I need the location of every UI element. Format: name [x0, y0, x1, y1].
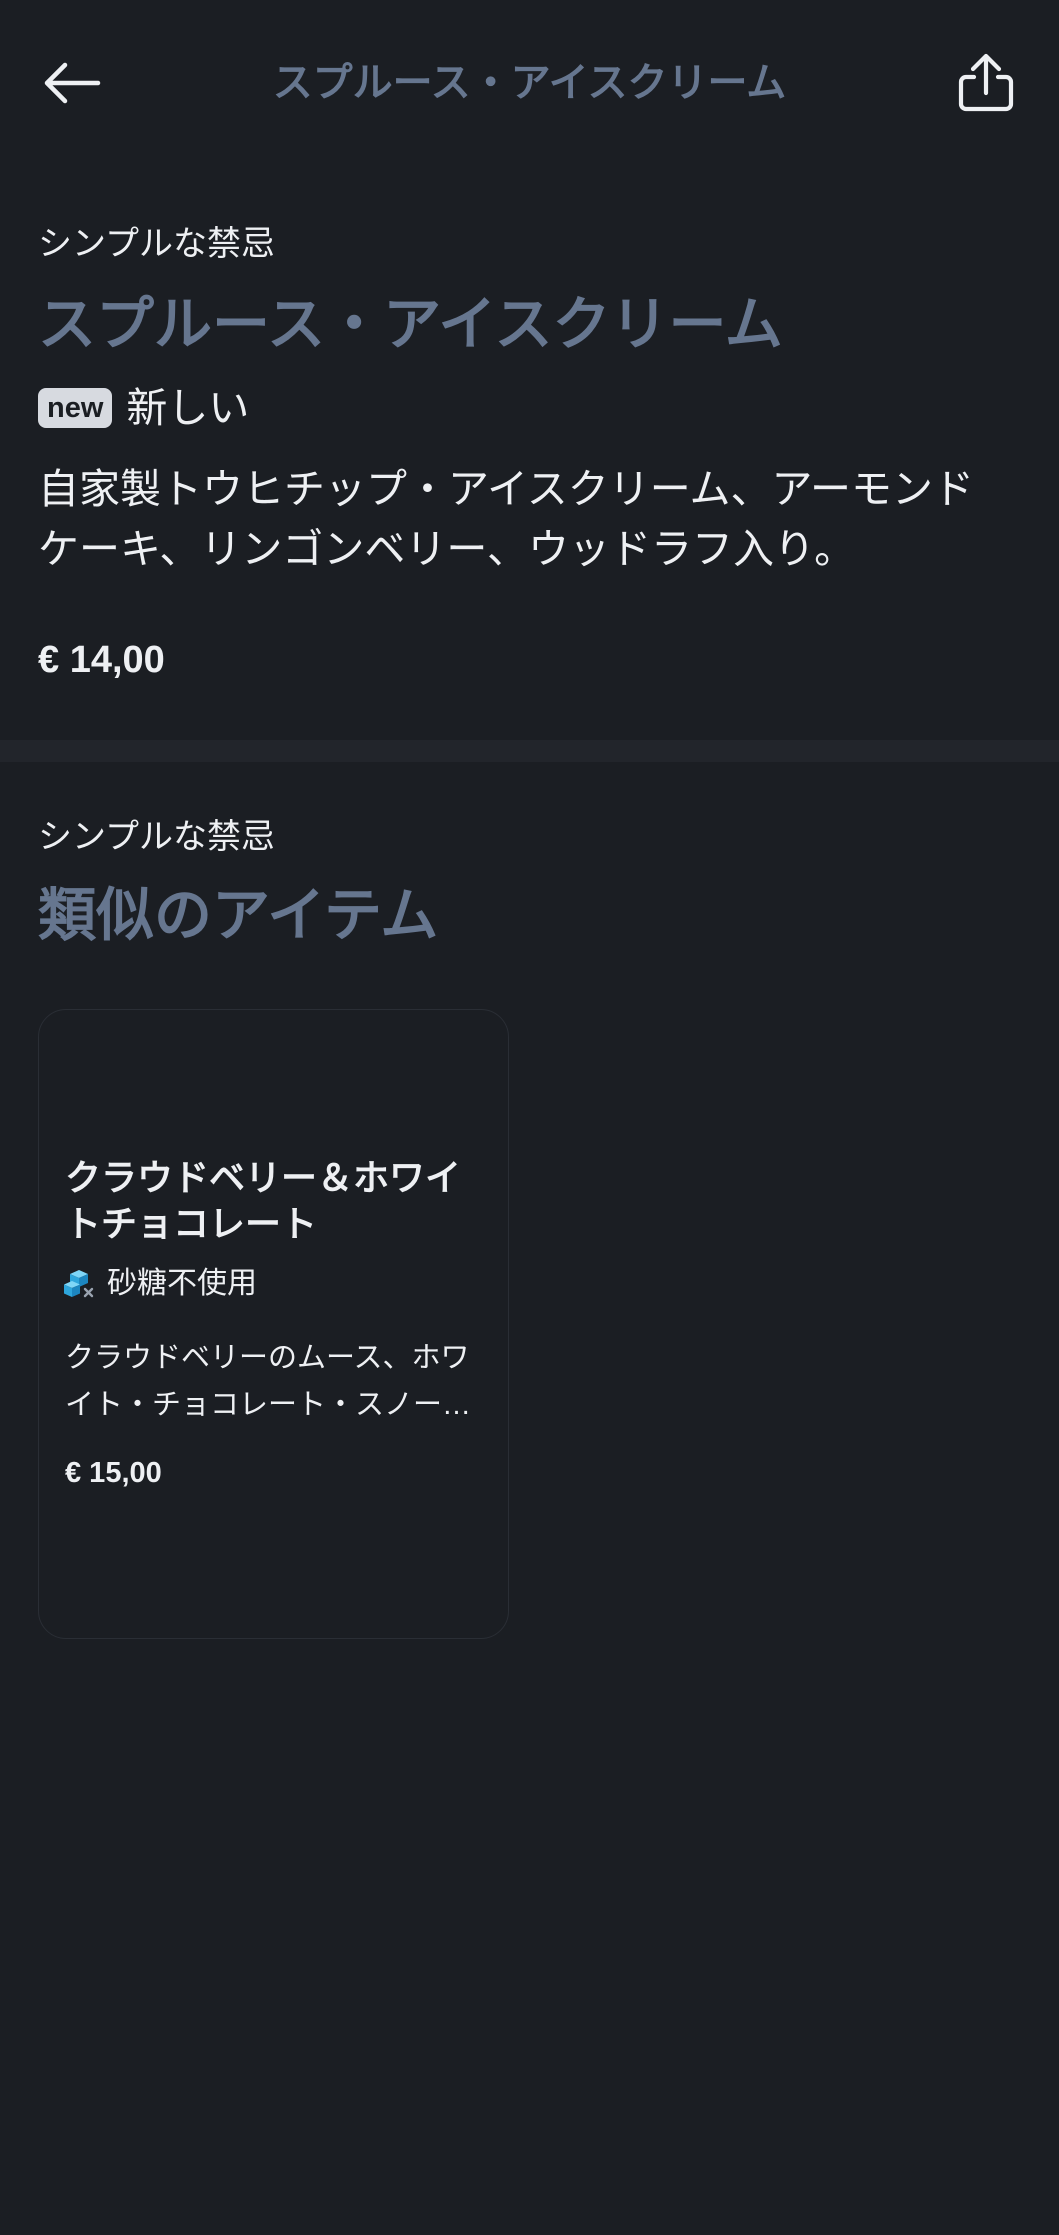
new-badge-row: new 新しい — [38, 383, 249, 433]
similar-item-name: クラウドベリー＆ホワイトチョコレート — [65, 1157, 462, 1244]
new-badge: new — [38, 388, 113, 428]
item-title: スプルース・アイスクリーム — [38, 292, 783, 357]
similar-item-price: € 15,00 — [65, 1457, 162, 1489]
share-button[interactable] — [953, 52, 1019, 114]
similar-item-description: クラウドベリーのムース、ホワイト・チョコレート・スノー… — [65, 1342, 472, 1421]
header-title: スプルース・アイスクリーム — [272, 61, 787, 105]
sugar-free-icon — [64, 1270, 94, 1298]
similar-item-tag: 砂糖不使用 — [63, 1264, 257, 1304]
share-icon — [958, 53, 1014, 112]
item-category: シンプルな禁忌 — [38, 225, 275, 263]
similar-category: シンプルな禁忌 — [38, 818, 275, 856]
item-price: € 14,00 — [38, 639, 165, 681]
new-badge-label: 新しい — [126, 385, 250, 431]
similar-item-card[interactable]: クラウドベリー＆ホワイトチョコレート 砂糖不使用 クラウドベリーのムース、ホワイ… — [38, 1009, 509, 1639]
similar-items-title: 類似のアイテム — [38, 883, 439, 948]
similar-item-tag-label: 砂糖不使用 — [107, 1267, 257, 1300]
item-description: 自家製トウヒチップ・アイスクリーム、アーモンドケーキ、リンゴンベリー、ウッドラフ… — [38, 466, 975, 572]
section-divider — [0, 740, 1059, 762]
